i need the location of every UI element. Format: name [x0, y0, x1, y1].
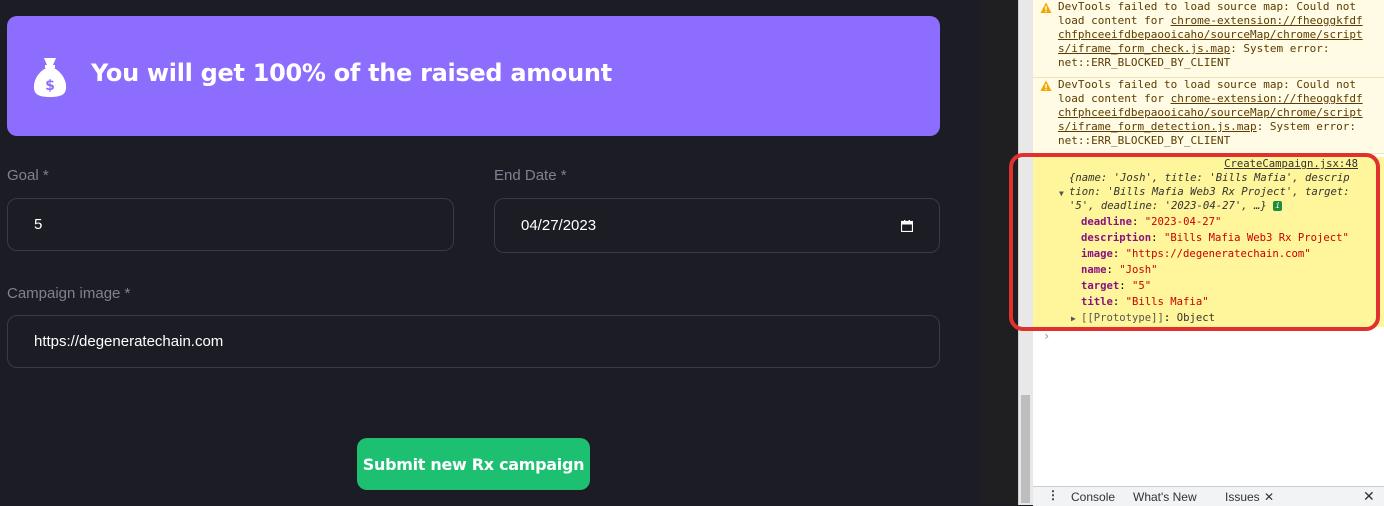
svg-text:$: $: [45, 78, 55, 94]
warning-line: net::ERR_BLOCKED_BY_CLIENT: [1058, 56, 1231, 69]
campaign-image-value: https://degeneratechain.com: [34, 333, 224, 350]
warning-line: DevTools failed to load source map: Coul…: [1058, 78, 1357, 91]
banner-text: You will get 100% of the raised amount: [91, 59, 612, 87]
highlight-box: [1009, 153, 1380, 331]
close-drawer-icon[interactable]: ✕: [1363, 488, 1375, 505]
goal-label: Goal *: [7, 167, 49, 184]
submit-campaign-button[interactable]: Submit new Rx campaign: [357, 438, 590, 490]
tab-whats-new[interactable]: What's New: [1133, 490, 1197, 504]
console-prompt-icon[interactable]: ›: [1043, 329, 1050, 343]
source-map-link[interactable]: chrome-extension://fheoggkfdf: [1171, 92, 1363, 105]
source-map-link[interactable]: chfphceeifdbepaooicaho/sourceMap/chrome/…: [1058, 28, 1363, 42]
console-warning: DevTools failed to load source map: Coul…: [1033, 0, 1384, 78]
source-map-link[interactable]: chfphceeifdbepaooicaho/sourceMap/chrome/…: [1058, 106, 1363, 120]
more-options-icon[interactable]: ⋮: [1047, 488, 1059, 502]
goal-input[interactable]: 5: [7, 198, 454, 251]
warning-line: : System error:: [1230, 42, 1330, 55]
tab-console[interactable]: Console: [1071, 490, 1115, 504]
console-warning: DevTools failed to load source map: Coul…: [1033, 78, 1384, 154]
campaign-image-input[interactable]: https://degeneratechain.com: [7, 315, 940, 368]
warning-line: DevTools failed to load source map: Coul…: [1058, 0, 1357, 13]
warning-icon: [1040, 2, 1052, 13]
source-map-link[interactable]: chrome-extension://fheoggkfdf: [1171, 14, 1363, 27]
warning-line: load content for: [1058, 92, 1171, 105]
source-map-link[interactable]: s/iframe_form_detection.js.map: [1058, 120, 1257, 133]
tab-issues[interactable]: Issues: [1225, 490, 1260, 504]
warning-line: load content for: [1058, 14, 1171, 27]
info-banner: $ You will get 100% of the raised amount: [7, 16, 940, 136]
source-map-link[interactable]: s/iframe_form_check.js.map: [1058, 42, 1230, 55]
close-tab-icon[interactable]: ✕: [1264, 490, 1274, 504]
end-date-label: End Date *: [494, 167, 567, 184]
money-bag-icon: $: [33, 58, 67, 97]
warning-line: : System error:: [1256, 120, 1357, 133]
campaign-form-app: $ You will get 100% of the raised amount…: [0, 0, 980, 505]
warning-line: net::ERR_BLOCKED_BY_CLIENT: [1058, 134, 1231, 147]
devtools-drawer-tabs: ⋮ Console What's New Issues ✕ ✕: [1033, 486, 1384, 506]
end-date-input[interactable]: 04/27/2023: [494, 198, 940, 253]
campaign-image-label: Campaign image *: [7, 285, 131, 302]
end-date-value: 04/27/2023: [521, 217, 597, 234]
scroll-thumb[interactable]: [1021, 395, 1030, 503]
goal-value: 5: [34, 216, 43, 233]
warning-icon: [1040, 80, 1052, 91]
calendar-icon[interactable]: [901, 220, 913, 232]
